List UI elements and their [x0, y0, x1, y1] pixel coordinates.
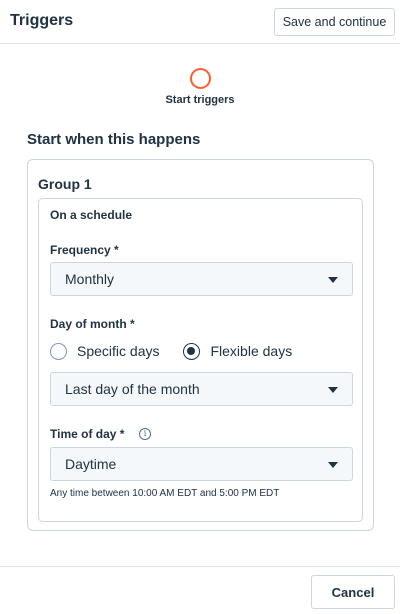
time-of-day-label: Time of day * [50, 427, 125, 441]
radio-label: Specific days [77, 343, 160, 359]
day-of-month-label: Day of month * [50, 317, 135, 331]
save-and-continue-button[interactable]: Save and continue [274, 8, 395, 36]
radio-flexible-days[interactable]: Flexible days [183, 342, 293, 360]
schedule-title: On a schedule [50, 208, 133, 222]
caret-down-icon [328, 387, 338, 393]
time-of-day-select[interactable]: Daytime [50, 447, 353, 481]
caret-down-icon [328, 462, 338, 468]
day-of-month-radio-group: Specific days Flexible days [50, 341, 292, 361]
footer: Cancel [0, 566, 400, 614]
info-icon[interactable]: i [139, 428, 151, 440]
radio-unchecked-icon[interactable] [50, 342, 67, 360]
radio-specific-days[interactable]: Specific days [50, 342, 160, 360]
frequency-value: Monthly [65, 271, 115, 287]
step-indicator: Start triggers [0, 68, 400, 106]
schedule-card: On a schedule Frequency * Monthly Day of… [38, 198, 363, 522]
day-of-month-value: Last day of the month [65, 381, 200, 397]
time-of-day-helper: Any time between 10:00 AM EDT and 5:00 P… [50, 488, 280, 499]
section-title: Start when this happens [27, 131, 201, 148]
cancel-button[interactable]: Cancel [311, 575, 395, 609]
radio-checked-icon[interactable] [183, 342, 201, 360]
step-circle-icon[interactable] [189, 68, 211, 89]
header: Triggers Save and continue [0, 0, 400, 44]
frequency-label: Frequency * [50, 243, 119, 257]
group-title: Group 1 [38, 176, 92, 192]
time-of-day-value: Daytime [65, 456, 117, 472]
caret-down-icon [328, 277, 338, 283]
frequency-select[interactable]: Monthly [50, 262, 353, 296]
group-card: Group 1 On a schedule Frequency * Monthl… [27, 159, 374, 531]
radio-label: Flexible days [210, 343, 293, 359]
step-label: Start triggers [165, 94, 235, 106]
page-title: Triggers [10, 12, 74, 29]
day-of-month-select[interactable]: Last day of the month [50, 372, 353, 406]
